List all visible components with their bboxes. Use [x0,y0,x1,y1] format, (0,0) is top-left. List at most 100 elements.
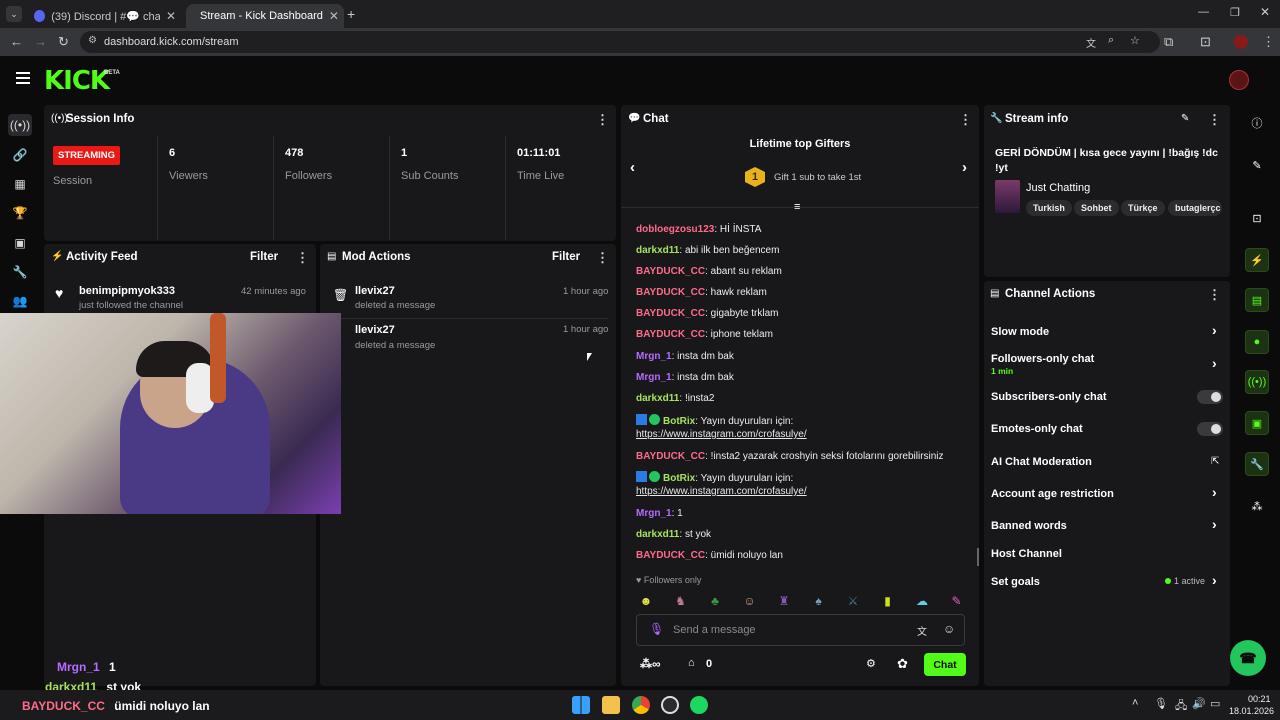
mod-menu-icon[interactable]: ⋮ [596,250,609,266]
translate-icon[interactable]: 文 [917,623,927,638]
volume-icon[interactable]: 🔊 [1192,697,1206,710]
stream-info-menu-icon[interactable]: ⋮ [1208,112,1221,128]
channel-actions-menu-icon[interactable]: ⋮ [1208,287,1221,303]
wrench-icon[interactable]: 🔧 [1245,452,1269,476]
emoji-icon[interactable]: ☺ [943,622,955,636]
emote-icon[interactable]: ♞ [672,592,690,610]
chat-username[interactable]: BAYDUCK_CC [636,308,705,319]
chat-username[interactable]: darkxd11 [636,393,679,404]
trophy-icon[interactable]: 🏆 [8,202,32,224]
gifters-next-icon[interactable]: › [962,159,967,176]
tray-chevron-icon[interactable]: ˄ [1132,697,1138,709]
set-goals-row[interactable]: Set goals [991,576,1040,588]
chat-username[interactable]: dobloegzosu123 [636,224,714,235]
emote-icon[interactable]: ☻ [637,592,655,610]
chat-send-button[interactable]: Chat [924,653,966,676]
minimize-icon[interactable]: — [1198,6,1209,18]
close-window-icon[interactable]: ✕ [1260,5,1270,19]
emote-icon[interactable]: ▮ [879,592,897,610]
activity-filter-button[interactable]: Filter [250,251,278,263]
chat-username[interactable]: Mrgn_1 [636,372,672,383]
gifters-prev-icon[interactable]: ‹ [630,159,635,176]
support-headset-icon[interactable]: ☎ [1230,640,1266,676]
mod-filter-button[interactable]: Filter [552,251,580,263]
capture-icon[interactable]: ⊡ [1245,206,1269,230]
chat-username[interactable]: darkxd11 [636,245,679,256]
url-field[interactable]: ⚙ dashboard.kick.com/stream 文 ⌕ ☆ [80,31,1160,53]
back-icon[interactable]: ← [10,34,23,49]
store-icon[interactable]: ⌂ [688,657,695,669]
chrome-icon[interactable] [632,696,650,714]
chat-username[interactable]: Mrgn_1 [636,508,672,519]
tools-icon[interactable]: 🔧 [8,261,32,283]
lightning-icon[interactable]: ⚡ [1245,248,1269,272]
clock-date[interactable]: 18.01.2026 [1229,706,1274,716]
edit-pencil-icon[interactable]: ✎ [1245,153,1269,177]
emote-icon[interactable]: ✎ [948,592,966,610]
chat-username[interactable]: BotRix [663,416,695,427]
broadcast-icon[interactable]: ((•)) [1245,370,1269,394]
forward-icon[interactable]: → [34,34,47,49]
bookmark-star-icon[interactable]: ☆ [1130,34,1140,47]
chat-username[interactable]: BAYDUCK_CC [636,329,705,340]
mod-action-user[interactable]: llevix27 [355,285,395,297]
emotes-only-toggle[interactable] [1197,422,1223,436]
browser-menu-icon[interactable]: ⋮ [1262,34,1275,50]
followers-only-row[interactable]: Followers-only chat [991,353,1094,365]
windows-start-icon[interactable] [572,696,590,714]
link-icon[interactable]: 🔗 [8,144,32,166]
chat-menu-icon[interactable]: ⋮ [959,112,972,128]
emote-icon[interactable]: ⚔ [844,592,862,610]
account-age-row[interactable]: Account age restriction [991,488,1114,500]
obs-icon[interactable] [661,696,679,714]
chat-username[interactable]: BAYDUCK_CC [636,451,705,462]
chat-bubble-icon[interactable]: ● [1245,330,1269,354]
puzzle-icon[interactable]: ✿ [897,656,908,672]
chevron-right-icon[interactable]: › [1212,322,1217,338]
spotify-icon[interactable] [690,696,708,714]
chat-username[interactable]: Mrgn_1 [636,351,672,362]
chevron-right-icon[interactable]: › [1212,484,1217,500]
file-explorer-icon[interactable] [602,696,620,714]
emote-icon[interactable]: ♣ [706,592,724,610]
video-icon[interactable]: ▣ [8,232,32,254]
zoom-icon[interactable]: ⌕ [1108,34,1114,47]
activity-user[interactable]: benimpipmyok333 [79,285,175,297]
edit-pencil-icon[interactable]: ✎ [1181,113,1189,124]
battery-icon[interactable]: ▭ [1210,697,1220,710]
profile-avatar[interactable] [1234,35,1248,49]
site-info-icon[interactable]: ⚙ [88,35,97,46]
community-infinity-icon[interactable]: ⁂∞ [640,657,661,671]
settings-gear-icon[interactable]: ⚙ [866,657,876,670]
chat-username[interactable]: BAYDUCK_CC [636,266,705,277]
network-icon[interactable]: 🖧 [1175,697,1187,716]
new-tab-icon[interactable]: + [347,6,355,22]
chat-link[interactable]: https://www.instagram.com/crofasulye/ [636,486,807,497]
chat-scrollbar[interactable] [977,548,979,566]
tab-kick-dashboard[interactable]: Stream - Kick Dashboard ✕ [186,4,344,28]
clock-time[interactable]: 00:21 [1248,694,1271,704]
stream-icon[interactable]: ((•)) [8,114,32,136]
chevron-right-icon[interactable]: › [1212,516,1217,532]
activity-menu-icon[interactable]: ⋮ [296,250,309,266]
reload-icon[interactable]: ↻ [58,34,69,50]
session-menu-icon[interactable]: ⋮ [596,112,609,128]
chat-username[interactable]: BAYDUCK_CC [636,287,705,298]
chat-username[interactable]: BAYDUCK_CC [636,550,705,561]
restore-icon[interactable]: ❐ [1230,6,1240,19]
ai-moderation-row[interactable]: AI Chat Moderation [991,456,1092,468]
chevron-right-icon[interactable]: › [1212,355,1217,371]
banned-words-row[interactable]: Banned words [991,520,1067,532]
translate-icon[interactable]: 文 [1086,35,1096,50]
external-link-icon[interactable]: ⇱ [1211,456,1219,467]
analytics-icon[interactable]: ▦ [8,173,32,195]
host-channel-row[interactable]: Host Channel [991,548,1062,560]
close-tab-icon[interactable]: ✕ [329,9,339,23]
microphone-icon[interactable]: 🎙 [649,622,664,636]
chat-username[interactable]: BotRix [663,473,695,484]
chat-link[interactable]: https://www.instagram.com/crofasulye/ [636,429,807,440]
subscribers-only-toggle[interactable] [1197,390,1223,404]
emote-icon[interactable]: ♜ [775,592,793,610]
community-icon[interactable]: ⁂ [1245,494,1269,518]
mod-action-user[interactable]: llevix27 [355,324,395,336]
